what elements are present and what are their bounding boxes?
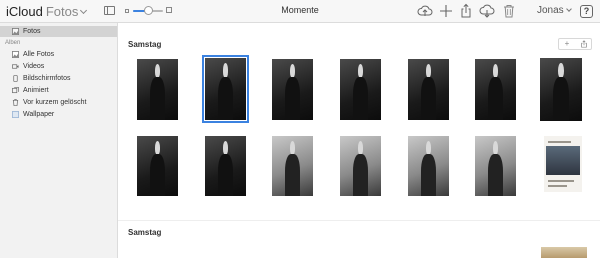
- photo-thumbnail[interactable]: [475, 136, 516, 196]
- app-name-label: Fotos: [45, 4, 79, 19]
- photo-thumbnail-magazine[interactable]: [544, 136, 582, 192]
- zoom-in-icon: [166, 7, 172, 13]
- photo-thumbnail[interactable]: [205, 136, 246, 196]
- cloud-upload-icon[interactable]: [417, 3, 433, 19]
- photos-icon: [12, 28, 19, 35]
- photo-thumbnail[interactable]: [475, 59, 516, 120]
- photo-thumbnail[interactable]: [272, 59, 313, 120]
- add-section-button[interactable]: +: [559, 39, 575, 49]
- sidebar-item-label: Vor kurzem gelöscht: [23, 99, 87, 106]
- photo-thumbnail[interactable]: [272, 136, 313, 196]
- trash-icon[interactable]: [501, 3, 517, 19]
- sidebar-item-vor-kurzem-geloescht[interactable]: Vor kurzem gelöscht: [0, 97, 117, 108]
- brand-label: iCloud: [6, 4, 43, 19]
- screenshot-icon: [12, 75, 19, 82]
- sidebar-item-bildschirmfotos[interactable]: Bildschirmfotos: [0, 73, 117, 84]
- photo-thumbnail[interactable]: [541, 247, 587, 258]
- sidebar-item-label: Videos: [23, 63, 45, 70]
- zoom-out-icon: [125, 9, 129, 13]
- sidebar: Fotos Alben Alle Fotos Videos Bildschirm…: [0, 23, 118, 258]
- photo-thumbnail[interactable]: [408, 136, 449, 196]
- animated-icon: [12, 87, 19, 94]
- sidebar-toggle-icon[interactable]: [104, 6, 115, 15]
- sidebar-item-label: Animiert: [23, 87, 49, 94]
- trash-icon: [12, 99, 19, 106]
- section-divider: [118, 220, 600, 221]
- chevron-down-icon: [565, 6, 572, 12]
- photo-thumbnail[interactable]: [408, 59, 449, 120]
- photo-thumbnail-selected[interactable]: [202, 55, 249, 123]
- photo-thumbnail[interactable]: [137, 59, 178, 120]
- section-title: Samstag: [128, 40, 162, 49]
- user-name: Jonas: [537, 5, 564, 16]
- section-actions: +: [558, 38, 592, 50]
- photo-thumbnail[interactable]: [340, 136, 381, 196]
- sidebar-item-animiert[interactable]: Animiert: [0, 85, 117, 96]
- photo-thumbnail[interactable]: [137, 136, 178, 196]
- album-icon: [12, 111, 19, 118]
- sidebar-item-alle-fotos[interactable]: Alle Fotos: [0, 49, 117, 60]
- toolbar: iCloud Fotos Momente Jonas ?: [0, 0, 600, 23]
- photo-thumbnail[interactable]: [540, 58, 582, 121]
- albums-heading: Alben: [5, 40, 21, 46]
- sidebar-item-wallpaper[interactable]: Wallpaper: [0, 109, 117, 120]
- share-section-button[interactable]: [576, 39, 592, 49]
- plus-icon[interactable]: [438, 3, 454, 19]
- sidebar-item-label: Fotos: [23, 28, 41, 35]
- cloud-download-icon[interactable]: [479, 3, 495, 19]
- section-title: Samstag: [128, 228, 162, 237]
- zoom-slider-thumb[interactable]: [143, 6, 153, 15]
- sidebar-item-fotos[interactable]: Fotos: [0, 26, 117, 37]
- help-button[interactable]: ?: [580, 5, 593, 18]
- chevron-down-icon: [80, 6, 88, 15]
- moments-view: Samstag + Samstag: [118, 23, 600, 258]
- user-menu[interactable]: Jonas: [537, 5, 572, 16]
- photo-thumbnail[interactable]: [340, 59, 381, 120]
- view-title: Momente: [281, 5, 319, 15]
- sidebar-item-label: Bildschirmfotos: [23, 75, 71, 82]
- app-switcher[interactable]: iCloud Fotos: [6, 4, 88, 19]
- sidebar-item-videos[interactable]: Videos: [0, 61, 117, 72]
- video-icon: [12, 63, 19, 70]
- sidebar-item-label: Alle Fotos: [23, 51, 55, 58]
- all-photos-icon: [12, 51, 19, 58]
- share-icon[interactable]: [458, 3, 474, 19]
- sidebar-item-label: Wallpaper: [23, 111, 55, 118]
